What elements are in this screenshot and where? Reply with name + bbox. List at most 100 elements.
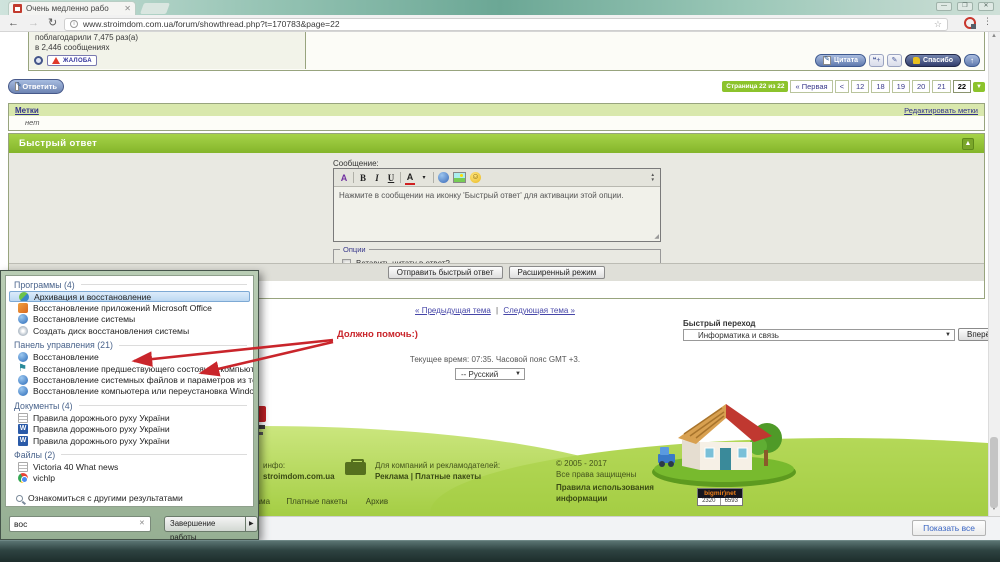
advanced-mode-button[interactable]: Расширенный режим (508, 266, 606, 279)
reply-icon (15, 81, 22, 91)
collapse-icon[interactable]: ▲ (962, 137, 974, 150)
new-tab-button[interactable] (139, 3, 171, 14)
quick-jump-select[interactable]: Информатика и связь ▼ (683, 329, 955, 341)
start-menu-item[interactable]: W Правила дорожнього руху України (6, 435, 253, 446)
edit-post-button[interactable]: ✎ (887, 54, 903, 67)
bookmark-star-icon[interactable]: ☆ (934, 19, 942, 30)
page-list-dropdown-icon[interactable]: ▼ (973, 81, 985, 92)
start-menu-item[interactable]: vichlp (6, 473, 253, 484)
word-document-icon: W (18, 435, 28, 446)
message-editor[interactable]: A B I U A ▾ ☺ ▲ ▼ Нажмите в сообщении на … (333, 168, 661, 242)
language-select[interactable]: -- Русский ▼ (455, 368, 525, 380)
start-menu-item[interactable]: Восстановление системных файлов и параме… (6, 374, 253, 386)
start-menu-group-header: Документы (4) (6, 399, 253, 412)
start-search-input[interactable] (9, 516, 151, 532)
start-menu-group-header: Панель управления (21) (6, 339, 253, 352)
close-button[interactable]: ✕ (978, 2, 994, 11)
scroll-top-button[interactable]: ↑ (964, 54, 980, 67)
page-link[interactable]: 21 (932, 80, 951, 93)
forward-button: → (28, 17, 39, 29)
reload-button[interactable]: ↻ (48, 17, 57, 29)
start-menu-item[interactable]: Восстановление приложений Microsoft Offi… (6, 302, 253, 314)
restore-icon (18, 352, 28, 363)
page-info-icon[interactable]: i (70, 20, 78, 28)
message-textarea[interactable]: Нажмите в сообщении на иконку 'Быстрый о… (334, 187, 660, 205)
taskbar (0, 540, 1000, 562)
page-link[interactable]: 18 (871, 80, 890, 93)
footer-companies-links[interactable]: Реклама | Платные пакеты (375, 472, 500, 483)
page-link[interactable]: 19 (891, 80, 911, 93)
tags-value: нет (25, 118, 40, 127)
scroll-up-icon[interactable]: ▲ (990, 33, 998, 39)
back-button[interactable]: ← (8, 17, 19, 29)
start-menu-item[interactable]: Victoria 40 What news (6, 461, 253, 472)
post-actions: Цитата ❝+ ✎ Спасибо ↑ (814, 54, 980, 67)
site-favicon (13, 4, 22, 13)
start-menu-item[interactable]: Восстановление компьютера или переустано… (6, 386, 253, 397)
user-thanks-posts: в 2,446 сообщениях (35, 42, 110, 52)
bold-button[interactable]: B (358, 172, 368, 184)
see-more-results-link[interactable]: Ознакомиться с другими результатами (6, 493, 253, 503)
footer-site-name[interactable]: stroimdom.com.ua (263, 472, 335, 483)
start-menu-item[interactable]: Архивация и восстановление (9, 291, 250, 303)
font-color-button[interactable]: A (405, 171, 415, 185)
restore-point-icon (18, 375, 28, 386)
page-link[interactable]: 20 (912, 80, 931, 93)
resize-handle[interactable]: ◢ (654, 233, 659, 240)
browser-tab[interactable]: Очень медленно рабо ✕ (8, 1, 136, 15)
multiquote-button[interactable]: ❝+ (869, 54, 885, 67)
first-page-button[interactable]: « Первая (790, 80, 833, 93)
counter-hosts: 6593 (724, 498, 738, 504)
warning-icon (52, 57, 60, 64)
insert-image-icon[interactable] (453, 172, 466, 183)
start-menu-item[interactable]: Восстановление (6, 352, 253, 363)
tags-header-link[interactable]: Метки (15, 106, 39, 115)
reply-button[interactable]: Ответить (8, 79, 64, 94)
chevron-down-icon: ▼ (515, 371, 521, 377)
url-text[interactable]: www.stroimdom.com.ua/forum/showthread.ph… (83, 19, 934, 29)
submit-quick-reply-button[interactable]: Отправить быстрый ответ (387, 266, 503, 279)
insert-smiley-icon[interactable]: ☺ (470, 172, 481, 183)
text-file-icon (18, 461, 28, 472)
prev-page-button[interactable]: < (834, 80, 849, 93)
footer-nav-link[interactable]: Архив (366, 497, 388, 506)
quote-button[interactable]: Цитата (814, 54, 867, 67)
bigmir-counter[interactable]: bigmir)net 2320 6593 (697, 488, 743, 506)
thanks-button[interactable]: Спасибо (905, 54, 961, 67)
show-all-downloads-button[interactable]: Показать все (912, 520, 986, 536)
next-topic-link[interactable]: Следующая тема » (503, 306, 575, 315)
italic-button[interactable]: I (372, 172, 382, 184)
shutdown-options-icon[interactable]: ▶ (245, 516, 258, 532)
maximize-button[interactable]: ❐ (957, 2, 973, 11)
browser-menu-icon[interactable]: ⋮ (983, 16, 992, 27)
office-recovery-icon (18, 303, 28, 314)
start-menu-bottom-bar: ✕ Завершение работы ▶ (1, 509, 258, 542)
start-menu-item[interactable]: ⚑ Восстановление предшествующего состоян… (6, 363, 253, 374)
scrollbar-thumb[interactable] (990, 437, 998, 508)
start-menu-item[interactable]: W Правила дорожнього руху України (6, 424, 253, 435)
start-menu-item[interactable]: Восстановление системы (6, 314, 253, 325)
recovery-disc-icon (18, 325, 28, 336)
underline-button[interactable]: U (386, 172, 396, 184)
start-menu-item[interactable]: Правила дорожнього руху України (6, 412, 253, 423)
insert-link-icon[interactable] (438, 172, 449, 183)
editor-resize-arrows[interactable]: ▲ ▼ (651, 172, 655, 182)
post-user-column: поблагодарили 7,475 раз(а) в 2,446 сообщ… (29, 32, 306, 69)
omnibox[interactable]: i www.stroimdom.com.ua/forum/showthread.… (64, 17, 948, 31)
edit-tags-link[interactable]: Редактировать метки (904, 106, 978, 115)
footer-companies-label: Для компаний и рекламодателей: (375, 461, 501, 470)
editor-toolbar: A B I U A ▾ ☺ ▲ ▼ (334, 169, 660, 187)
editor-mode-icon[interactable]: A (339, 172, 349, 184)
start-menu-item[interactable]: Создать диск восстановления системы (6, 325, 253, 336)
page-link[interactable]: 12 (850, 80, 870, 93)
shutdown-button[interactable]: Завершение работы ▶ (164, 516, 258, 542)
font-color-dropdown-icon[interactable]: ▾ (419, 172, 429, 184)
report-button[interactable]: ЖАЛОБА (47, 55, 97, 66)
clear-search-icon[interactable]: ✕ (139, 519, 145, 527)
minimize-button[interactable]: — (936, 2, 952, 11)
start-menu-group-header: Программы (4) (6, 278, 253, 291)
previous-topic-link[interactable]: « Предыдущая тема (415, 306, 491, 315)
extension-icon[interactable] (964, 17, 976, 29)
tab-close-icon[interactable]: ✕ (124, 4, 131, 13)
footer-nav-link[interactable]: Платные пакеты (286, 497, 347, 506)
